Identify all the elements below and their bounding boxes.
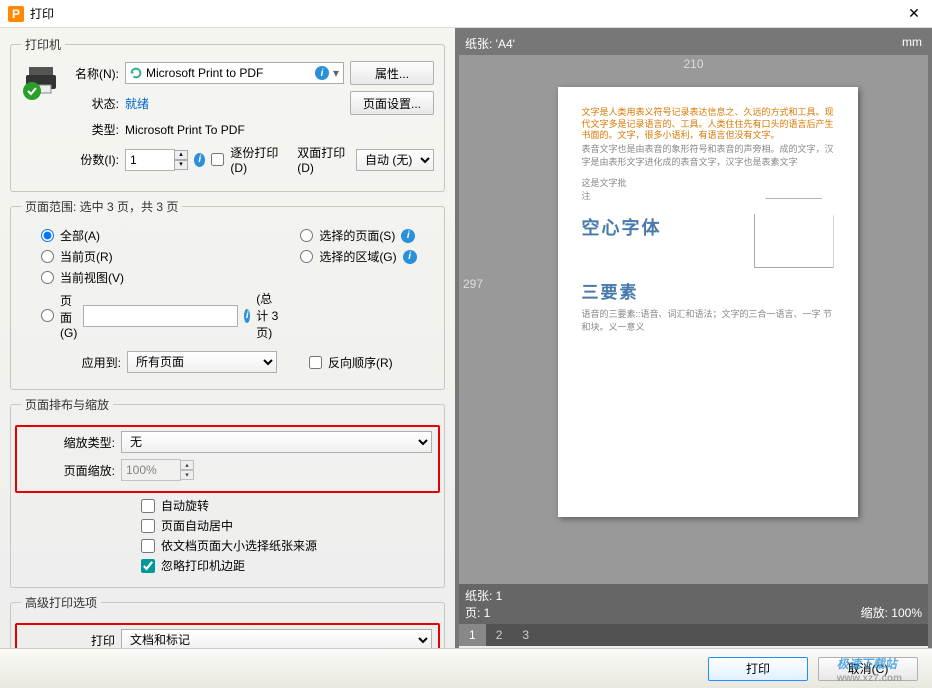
doc-text: 这是文字批	[582, 176, 834, 189]
auto-center-checkbox[interactable]	[141, 519, 155, 533]
print-button[interactable]: 打印	[708, 657, 808, 681]
name-label: 名称(N):	[65, 65, 119, 82]
ruler-top: 210	[459, 55, 928, 77]
stepper-down-icon: ▾	[180, 470, 194, 480]
printer-status-icon	[21, 61, 61, 101]
window-title: 打印	[30, 5, 904, 22]
scale-type-select[interactable]: 无	[121, 431, 432, 453]
close-icon[interactable]: ✕	[904, 4, 924, 24]
printer-section: 打印机 名称(N): Microsoft Print to PDF i ▾	[10, 36, 445, 192]
tab-page-2[interactable]: 2	[486, 624, 513, 646]
auto-rotate-label: 自动旋转	[161, 497, 209, 514]
range-total-hint: (总计 3 页)	[256, 290, 280, 341]
copies-input[interactable]	[125, 149, 175, 171]
auto-rotate-checkbox[interactable]	[141, 499, 155, 513]
scaling-legend: 页面排布与缩放	[21, 396, 113, 413]
range-section: 页面范围: 选中 3 页，共 3 页 全部(A) 当前页(R) 当前视图(V) …	[10, 198, 445, 390]
info-icon[interactable]: i	[194, 153, 205, 167]
apply-label: 应用到:	[21, 354, 121, 371]
reverse-checkbox[interactable]	[309, 356, 322, 369]
reverse-label: 反向顺序(R)	[328, 354, 393, 371]
range-selpages-radio[interactable]	[300, 229, 313, 242]
status-zoom: 缩放: 100%	[861, 604, 922, 621]
highlight-box-scaling: 缩放类型: 无 页面缩放: ▴▾	[15, 425, 440, 493]
tab-page-1[interactable]: 1	[459, 624, 486, 646]
copies-stepper[interactable]: ▴▾	[125, 149, 188, 171]
info-icon[interactable]: i	[401, 229, 415, 243]
type-label: 类型:	[65, 121, 119, 138]
info-icon[interactable]: i	[403, 250, 417, 264]
doc-text: 表音文字也是由表音的象形符号和表音的声旁相。成的文字，汉字是由表形文字进化成的表…	[582, 142, 834, 168]
zoom-input	[121, 459, 181, 481]
status-page: 页: 1	[465, 606, 490, 620]
range-pages-input[interactable]	[83, 305, 238, 327]
stepper-up-icon[interactable]: ▴	[174, 150, 188, 160]
doc-text: 文字是人类用表义符号记录表达信息之、久远的方式和工具。现代文字多是记录语言的、工…	[582, 107, 834, 142]
printer-name-value: Microsoft Print to PDF	[146, 66, 315, 80]
advanced-legend: 高级打印选项	[21, 594, 101, 611]
stepper-up-icon: ▴	[180, 460, 194, 470]
print-what-label: 打印	[23, 632, 115, 649]
paper-label: 纸张: 'A4'	[465, 35, 515, 52]
info-icon[interactable]: i	[244, 309, 250, 323]
range-view-radio[interactable]	[41, 271, 54, 284]
ruler-left: 297	[459, 77, 487, 584]
tab-page-3[interactable]: 3	[512, 624, 539, 646]
recycle-icon	[129, 66, 143, 80]
range-view-label: 当前视图(V)	[60, 269, 124, 286]
by-doc-size-label: 依文档页面大小选择纸张来源	[161, 537, 317, 554]
collate-checkbox[interactable]	[211, 153, 224, 166]
ignore-margin-checkbox[interactable]	[141, 559, 155, 573]
zoom-stepper[interactable]: ▴▾	[121, 459, 194, 481]
range-selarea-label: 选择的区域(G)	[319, 248, 396, 265]
range-current-label: 当前页(R)	[60, 248, 113, 265]
page-setup-button[interactable]: 页面设置...	[350, 91, 434, 115]
range-selpages-label: 选择的页面(S)	[319, 227, 395, 244]
auto-center-label: 页面自动居中	[161, 517, 233, 534]
printer-legend: 打印机	[21, 36, 65, 53]
unit-label: mm	[902, 35, 922, 52]
app-icon: P	[8, 6, 24, 22]
status-label: 状态:	[65, 95, 119, 112]
range-current-radio[interactable]	[41, 250, 54, 263]
duplex-label: 双面打印(D)	[297, 144, 350, 175]
range-pages-radio[interactable]	[41, 309, 54, 322]
range-all-radio[interactable]	[41, 229, 54, 242]
collate-label: 逐份打印(D)	[230, 144, 283, 175]
doc-heading: 三要素	[582, 278, 834, 303]
range-selarea-radio[interactable]	[300, 250, 313, 263]
info-icon[interactable]: i	[315, 66, 329, 80]
by-doc-size-checkbox[interactable]	[141, 539, 155, 553]
stepper-down-icon[interactable]: ▾	[174, 160, 188, 170]
properties-button[interactable]: 属性...	[350, 61, 434, 85]
scaling-section: 页面排布与缩放 缩放类型: 无 页面缩放: ▴▾ 自动旋转 页面自动居中 依文档…	[10, 396, 445, 588]
page-tabs: 1 2 3	[459, 624, 928, 646]
range-all-label: 全部(A)	[60, 227, 100, 244]
page-preview: 文字是人类用表义符号记录表达信息之、久远的方式和工具。现代文字多是记录语言的、工…	[558, 87, 858, 517]
cancel-button[interactable]: 取消(C)	[818, 657, 918, 681]
zoom-label: 页面缩放:	[23, 462, 115, 479]
status-value: 就绪	[125, 95, 344, 112]
duplex-select[interactable]: 自动 (无)	[356, 149, 434, 171]
scale-type-label: 缩放类型:	[23, 434, 115, 451]
type-value: Microsoft Print To PDF	[125, 123, 245, 137]
ignore-margin-label: 忽略打印机边距	[161, 557, 245, 574]
status-sheet: 纸张: 1	[465, 589, 502, 603]
doc-shape-icon	[754, 198, 834, 268]
copies-label: 份数(I):	[65, 151, 119, 168]
chevron-down-icon[interactable]: ▾	[329, 66, 343, 80]
range-legend: 页面范围: 选中 3 页，共 3 页	[21, 198, 182, 215]
range-pages-label: 页面(G)	[60, 292, 77, 340]
apply-select[interactable]: 所有页面	[127, 351, 277, 373]
doc-text: 语音的三要素::语音、词汇和语法；文字的三合一语言、一字 节和块。义一意义	[582, 307, 834, 333]
printer-select[interactable]: Microsoft Print to PDF i ▾	[125, 62, 344, 84]
